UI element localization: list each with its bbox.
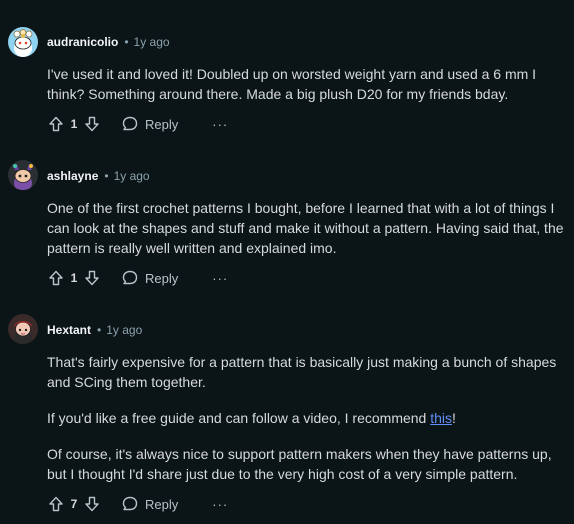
comment-text: Of course, it's always nice to support p…	[47, 446, 552, 482]
comment-meta: Hextant • 1y ago	[47, 322, 142, 338]
comment-thread: audranicolio • 1y ago I've used it and lov…	[0, 0, 574, 524]
chat-bubble-icon	[122, 496, 138, 511]
upvote-button[interactable]	[47, 494, 65, 514]
comment-text: That's fairly expensive for a pattern th…	[47, 354, 557, 390]
reply-button[interactable]: Reply	[121, 115, 178, 133]
downvote-arrow-icon	[85, 270, 99, 286]
timestamp[interactable]: 1y ago	[106, 323, 142, 337]
reply-button[interactable]: Reply	[121, 269, 178, 287]
reply-label: Reply	[145, 270, 179, 286]
vote-count: 7	[70, 497, 78, 511]
upvote-arrow-icon	[49, 116, 63, 132]
upvote-arrow-icon	[49, 270, 63, 286]
vote-count: 1	[70, 271, 78, 285]
downvote-button[interactable]	[83, 268, 101, 288]
author-name[interactable]: ashlayne	[47, 169, 98, 183]
avatar[interactable]	[8, 314, 38, 344]
link-trail-text: !	[452, 410, 456, 426]
chat-bubble-icon	[122, 270, 138, 285]
ellipsis-icon: ···	[212, 496, 229, 512]
more-options-button[interactable]: ···	[212, 497, 228, 512]
comment-body: One of the first crochet patterns I boug…	[47, 198, 567, 258]
comment-actions: 7 Reply ···	[47, 494, 228, 514]
comment-meta: ashlayne • 1y ago	[47, 168, 150, 184]
comment-text: One of the first crochet patterns I boug…	[47, 200, 564, 256]
downvote-arrow-icon	[85, 116, 99, 132]
chat-bubble-icon	[122, 116, 138, 131]
upvote-button[interactable]	[47, 114, 65, 134]
guide-link[interactable]: this	[430, 410, 452, 426]
snoo-avatar-icon	[8, 314, 38, 344]
upvote-arrow-icon	[49, 496, 63, 512]
reply-label: Reply	[145, 116, 179, 132]
reply-button[interactable]: Reply	[121, 495, 178, 513]
meta-separator: •	[124, 35, 129, 49]
link-lead-text: If you'd like a free guide and can follo…	[47, 410, 431, 426]
author-name[interactable]: Hextant	[47, 323, 91, 337]
reply-label: Reply	[145, 496, 179, 512]
comment-actions: 1 Reply ···	[47, 268, 228, 288]
comment-actions: 1 Reply ···	[47, 114, 228, 134]
comment-body: I've used it and loved it! Doubled up on…	[47, 64, 567, 104]
vote-count: 1	[70, 117, 78, 131]
ellipsis-icon: ···	[212, 270, 229, 286]
avatar[interactable]	[8, 27, 38, 57]
timestamp[interactable]: 1y ago	[114, 169, 150, 183]
snoo-avatar-icon	[8, 27, 38, 57]
ellipsis-icon: ···	[212, 116, 229, 132]
upvote-button[interactable]	[47, 268, 65, 288]
comment-body: That's fairly expensive for a pattern th…	[47, 352, 567, 484]
meta-separator: •	[97, 323, 102, 337]
downvote-button[interactable]	[83, 494, 101, 514]
snoo-avatar-icon	[8, 160, 38, 190]
comment-text: I've used it and loved it! Doubled up on…	[47, 66, 537, 102]
comment-text: If you'd like a free guide and can follo…	[47, 408, 567, 428]
avatar[interactable]	[8, 160, 38, 190]
downvote-arrow-icon	[85, 496, 99, 512]
comment-meta: audranicolio • 1y ago	[47, 34, 170, 50]
meta-separator: •	[104, 169, 109, 183]
timestamp[interactable]: 1y ago	[134, 35, 170, 49]
downvote-button[interactable]	[83, 114, 101, 134]
more-options-button[interactable]: ···	[212, 271, 228, 286]
author-name[interactable]: audranicolio	[47, 35, 118, 49]
more-options-button[interactable]: ···	[212, 117, 228, 132]
